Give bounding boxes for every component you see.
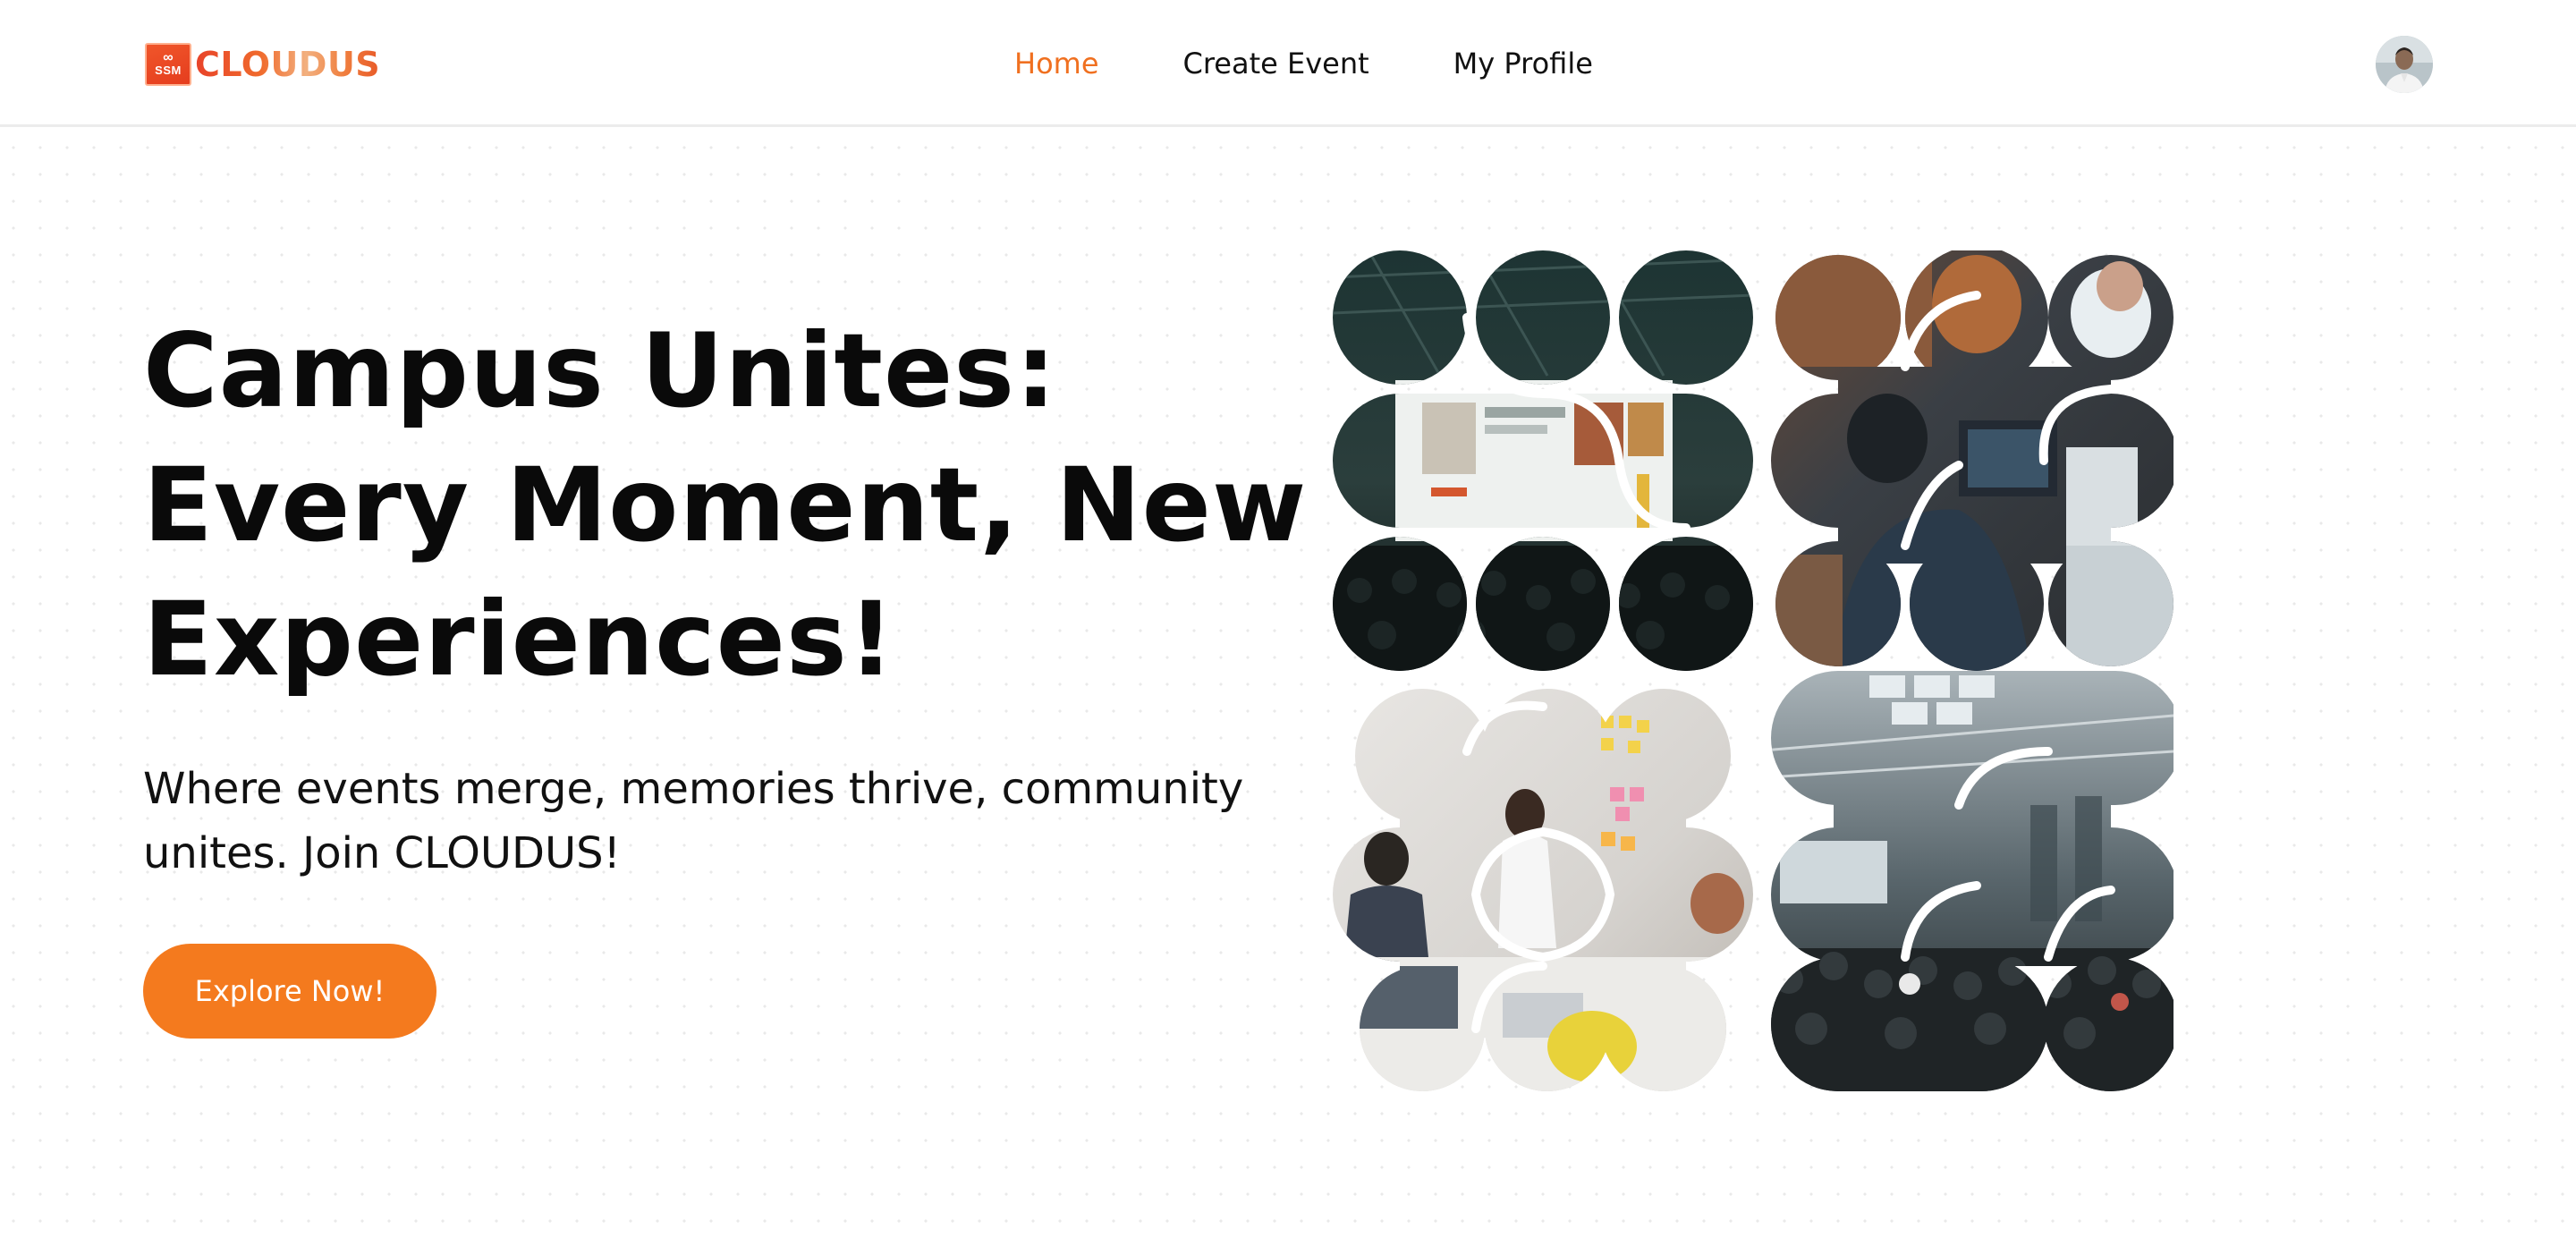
hero-title-line: Every Moment, New [143,445,1308,564]
hero-subtitle-line: Where events merge, memories thrive, com… [143,764,1244,814]
avatar[interactable] [2376,36,2433,93]
infinity-icon: ∞ [163,50,174,65]
ssm-logo-icon: ∞ SSM [145,43,191,86]
user-avatar-icon [2376,36,2433,93]
hero-title-line: Experiences! [143,580,895,699]
brand-name: CLOUDUS [195,45,381,84]
event-hall-crowd-photo [1771,671,2174,1091]
event-photo-collage [1333,250,2174,1091]
hero-subtitle-line: unites. Join CLOUDUS! [143,828,621,878]
hero-title-line: Campus Unites: [143,311,1057,430]
navbar: ∞ SSM CLOUDUS Home Create Event My Profi… [0,0,2576,127]
main-nav: Home Create Event My Profile [1014,45,1677,82]
team-brainstorm-photo [1333,689,1753,1091]
conference-stage-photo [1333,250,1753,671]
coding-workshop-photo [1771,250,2174,671]
logo-badge-text: SSM [155,64,182,77]
page: ∞ SSM CLOUDUS Home Create Event My Profi… [0,0,2576,1238]
nav-link-home[interactable]: Home [1014,45,1099,82]
brand-logo[interactable]: ∞ SSM CLOUDUS [145,43,380,86]
nav-link-create-event[interactable]: Create Event [1183,45,1369,82]
hero-title: Campus Unites: Every Moment, New Experie… [143,304,1306,707]
hero-subtitle: Where events merge, memories thrive, com… [143,757,1270,886]
explore-now-button[interactable]: Explore Now! [143,944,436,1039]
nav-link-my-profile[interactable]: My Profile [1453,45,1593,82]
